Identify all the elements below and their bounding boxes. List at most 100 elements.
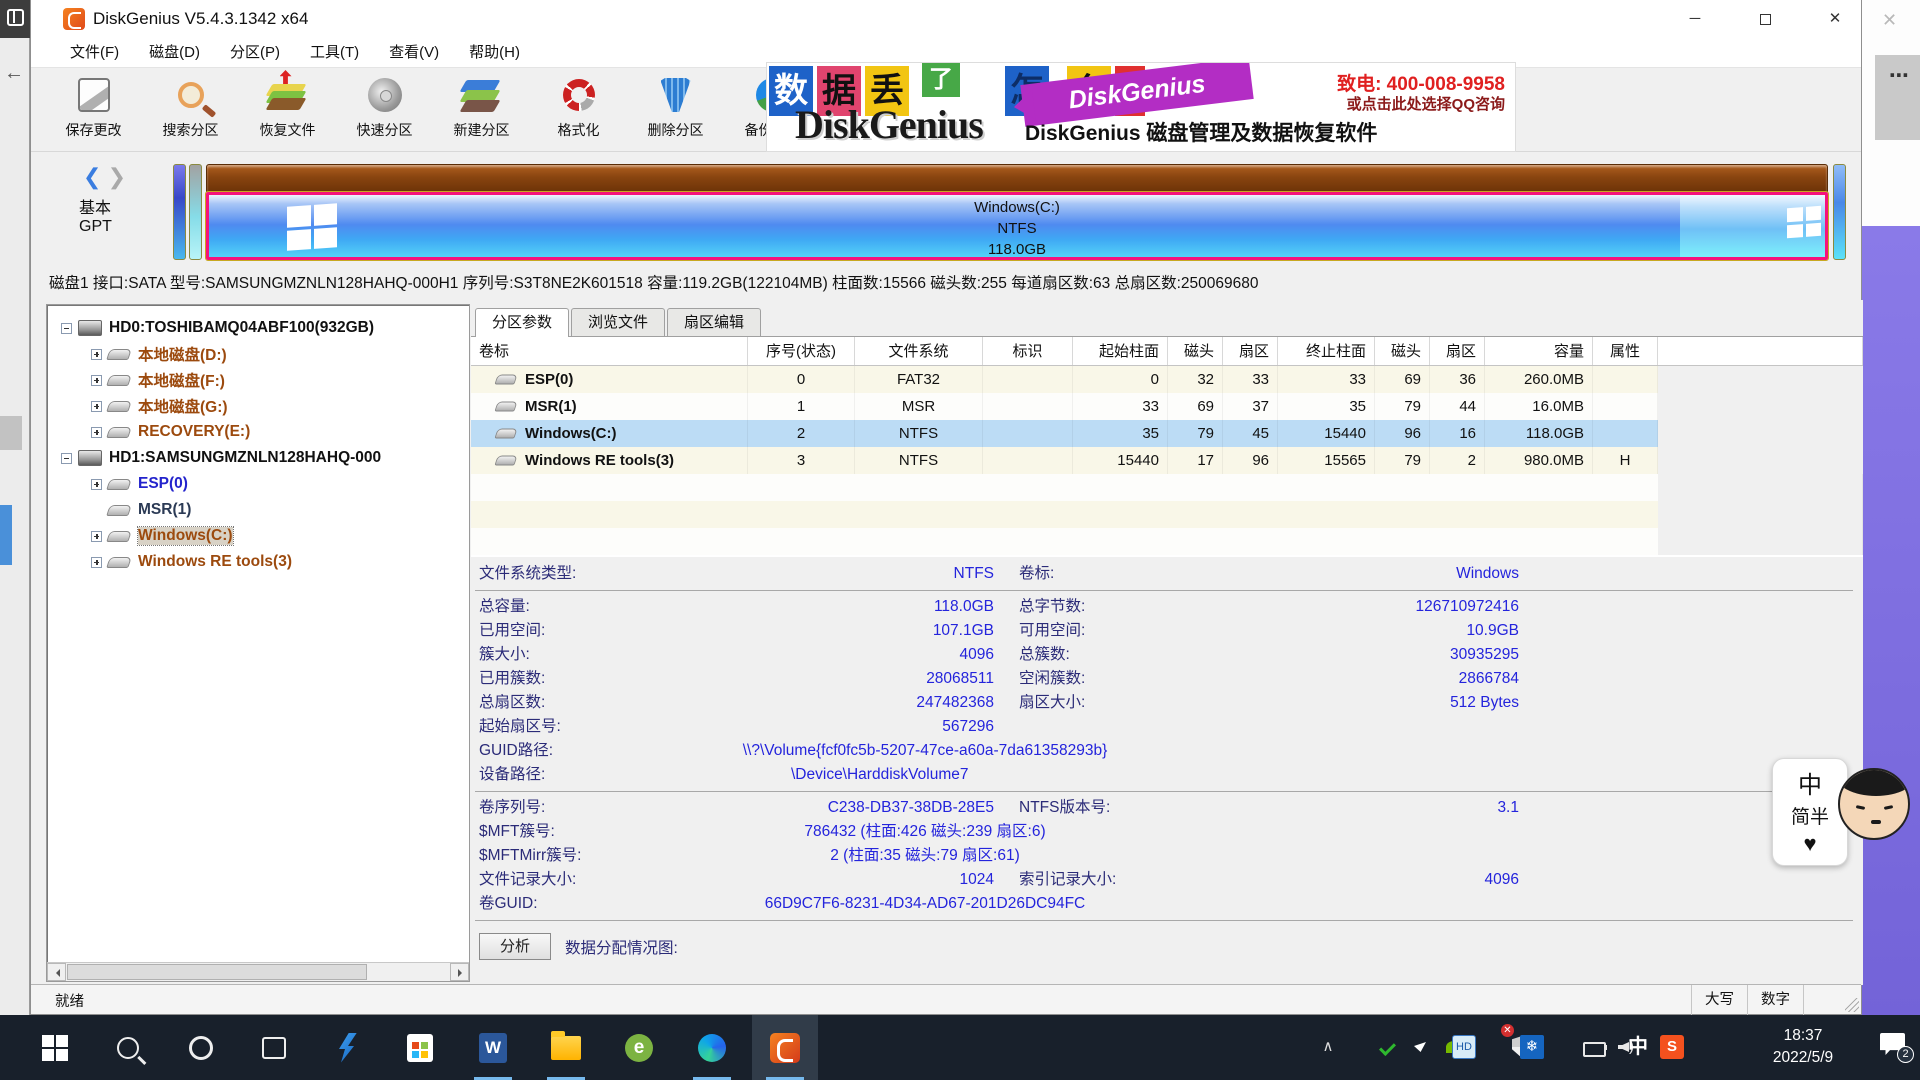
numlock-indicator: 数字 (1747, 985, 1803, 1015)
table-row-esp[interactable]: ESP(0) 0 FAT32 0 32 33 33 69 36 260.0MB (471, 366, 1863, 393)
search-icon (117, 1037, 139, 1059)
scroll-left-icon[interactable] (47, 963, 66, 981)
save-changes-button[interactable]: 保存更改 (45, 70, 142, 148)
partition-strip-re-tools[interactable] (1833, 164, 1846, 260)
word-icon: W (479, 1033, 507, 1063)
tree-item-msr[interactable]: MSR(1) (91, 497, 191, 523)
tree-item-esp[interactable]: ESP(0) (91, 471, 188, 497)
disk-header-band[interactable] (206, 164, 1828, 192)
screen: ← ✕ ⋯ DiskGenius V5.4.3.1342 x64 ─ ✕ 文件(… (0, 0, 1920, 1080)
taskbar-app-store[interactable] (387, 1015, 453, 1080)
close-button[interactable]: ✕ (1807, 0, 1863, 38)
new-partition-button[interactable]: 新建分区 (433, 70, 530, 148)
taskbar-app-word[interactable]: W (460, 1015, 526, 1080)
tray-sogou-icon[interactable]: S (1660, 1035, 1684, 1059)
partition-name: Windows(C:) (209, 197, 1825, 218)
detail-row: 文件系统类型:NTFS 卷标:Windows (471, 562, 1863, 586)
expand-icon[interactable] (91, 479, 102, 490)
menu-disk[interactable]: 磁盘(D) (134, 38, 215, 67)
ime-submode: 简半 (1773, 802, 1847, 829)
task-view-icon (262, 1037, 286, 1059)
partition-detail-panel: 分区参数 浏览文件 扇区编辑 卷标 序号(状态) 文件系统 标识 起始柱面 磁头… (471, 300, 1863, 985)
tree-item-disk-g[interactable]: 本地磁盘(G:) (91, 393, 228, 419)
task-view-button[interactable] (241, 1015, 307, 1080)
desktop-tile: ⋯ (1875, 55, 1920, 140)
next-disk-icon[interactable]: ❯ (108, 164, 126, 189)
menu-view[interactable]: 查看(V) (374, 38, 454, 67)
tree-item-recovery-e[interactable]: RECOVERY(E:) (91, 419, 250, 445)
expand-icon[interactable] (91, 375, 102, 386)
partition-strip-esp[interactable] (173, 164, 186, 260)
taskbar-app-explorer[interactable] (533, 1015, 599, 1080)
tray-chevron-icon[interactable]: ∧ (1316, 1035, 1340, 1059)
partition-strip-msr[interactable] (189, 164, 202, 260)
detail-row: 起始扇区号:567296 (471, 715, 1863, 739)
collapse-icon[interactable] (61, 323, 72, 334)
resize-grip[interactable] (1845, 998, 1859, 1012)
detail-row: 总扇区数:247482368 扇区大小:512 Bytes (471, 691, 1863, 715)
tree-item-hd0[interactable]: HD0:TOSHIBAMQ04ABF100(932GB) (61, 315, 374, 341)
start-button[interactable] (22, 1015, 88, 1080)
tree-item-hd1[interactable]: HD1:SAMSUNGMZNLN128HAHQ-000 (61, 445, 381, 471)
minimize-button[interactable]: ─ (1667, 0, 1723, 38)
tree-item-disk-d[interactable]: 本地磁盘(D:) (91, 341, 227, 367)
ime-status-widget[interactable]: 中 简半 ♥ (1772, 758, 1848, 866)
taskbar-app-flash[interactable] (314, 1015, 380, 1080)
delete-partition-button[interactable]: 删除分区 (627, 70, 724, 148)
expand-icon[interactable] (91, 531, 102, 542)
partition-icon (106, 479, 132, 490)
tray-ime-indicator[interactable]: 中 (1626, 1035, 1650, 1059)
partition-windows-c[interactable]: Windows(C:) NTFS 118.0GB (206, 192, 1828, 260)
desktop-wallpaper-band (1862, 226, 1920, 1015)
recover-files-button[interactable]: 恢复文件 (239, 70, 336, 148)
taskbar-app-diskgenius-active[interactable] (752, 1015, 818, 1080)
tray-intel-icon[interactable]: HD (1452, 1035, 1476, 1059)
tree-item-disk-f[interactable]: 本地磁盘(F:) (91, 367, 225, 393)
table-row-windows-c-selected[interactable]: Windows(C:) 2 NTFS 35 79 45 15440 96 16 … (471, 420, 1863, 447)
analyze-button[interactable]: 分析 (479, 933, 551, 960)
table-row-windows-re[interactable]: Windows RE tools(3) 3 NTFS 15440 17 96 1… (471, 447, 1863, 474)
detail-row: GUID路径:\\?\Volume{fcf0fc5b-5207-47ce-a60… (471, 739, 1863, 763)
menu-tools[interactable]: 工具(T) (295, 38, 374, 67)
menu-help[interactable]: 帮助(H) (454, 38, 535, 67)
taskbar-search-button[interactable] (95, 1015, 161, 1080)
expand-icon[interactable] (91, 557, 102, 568)
save-icon (73, 74, 115, 116)
expand-icon[interactable] (91, 427, 102, 438)
menu-partition[interactable]: 分区(P) (215, 38, 295, 67)
detail-row: $MFTMirr簇号:2 (柱面:35 磁头:79 扇区:61) (471, 844, 1863, 868)
tree-horizontal-scrollbar[interactable] (47, 962, 469, 981)
action-center-button[interactable]: 2 (1880, 1033, 1908, 1059)
taskbar-app-edge[interactable] (679, 1015, 745, 1080)
tab-partition-params[interactable]: 分区参数 (475, 308, 569, 337)
back-arrow-icon[interactable]: ← (4, 62, 24, 85)
taskbar-app-ie[interactable]: e (606, 1015, 672, 1080)
tree-item-windows-re[interactable]: Windows RE tools(3) (91, 549, 292, 575)
collapse-icon[interactable] (61, 453, 72, 464)
partition-icon (106, 557, 132, 568)
disk-nav-arrows[interactable]: ❮ ❯ (83, 164, 126, 190)
table-row-msr[interactable]: MSR(1) 1 MSR 33 69 37 35 79 44 16.0MB (471, 393, 1863, 420)
expand-icon[interactable] (91, 349, 102, 360)
background-window-left: ← (0, 0, 30, 1015)
tray-snowflake-icon[interactable]: ❄ (1520, 1035, 1544, 1059)
banner-ad[interactable]: 数 据 丢 了 怎 么 ！ DiskGenius DiskGenius Disk… (766, 62, 1516, 152)
banner-qq-link[interactable]: 或点击此处选择QQ咨询 (1347, 93, 1505, 114)
menu-file[interactable]: 文件(F) (55, 38, 134, 67)
maximize-button[interactable] (1737, 0, 1793, 38)
browser-tab-icon (7, 9, 24, 26)
format-button[interactable]: 格式化 (530, 70, 627, 148)
expand-icon[interactable] (91, 401, 102, 412)
tab-sector-edit[interactable]: 扇区编辑 (667, 308, 761, 336)
search-partition-button[interactable]: 搜索分区 (142, 70, 239, 148)
quick-partition-button[interactable]: 快速分区 (336, 70, 433, 148)
banner-phone: 致电: 400-008-9958 (1337, 69, 1505, 96)
taskbar-clock[interactable]: 18:37 2022/5/9 (1758, 1025, 1848, 1069)
detail-row: $MFT簇号:786432 (柱面:426 磁头:239 扇区:6) (471, 820, 1863, 844)
prev-disk-icon[interactable]: ❮ (83, 164, 101, 189)
tab-browse-files[interactable]: 浏览文件 (571, 308, 665, 336)
scrollbar-thumb[interactable] (67, 964, 367, 980)
tree-item-windows-c[interactable]: Windows(C:) (91, 523, 233, 549)
scroll-right-icon[interactable] (450, 963, 469, 981)
cortana-button[interactable] (168, 1015, 234, 1080)
